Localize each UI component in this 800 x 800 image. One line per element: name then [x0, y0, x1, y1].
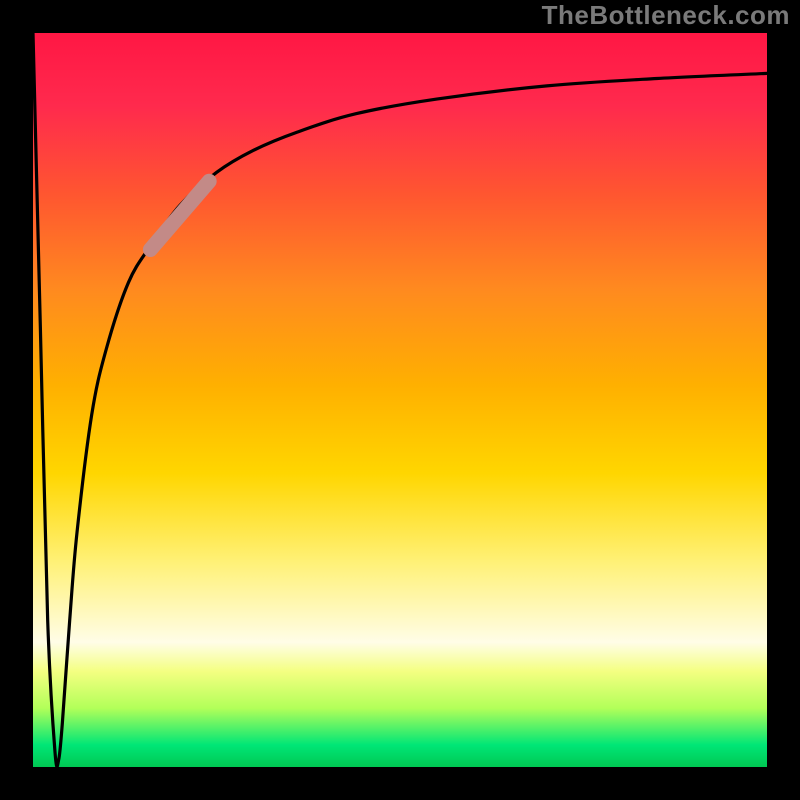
highlight-segment	[150, 181, 209, 249]
bottleneck-curve	[33, 33, 767, 767]
curve-layer	[33, 33, 767, 767]
chart-frame: TheBottleneck.com	[0, 0, 800, 800]
watermark-text: TheBottleneck.com	[542, 0, 790, 31]
